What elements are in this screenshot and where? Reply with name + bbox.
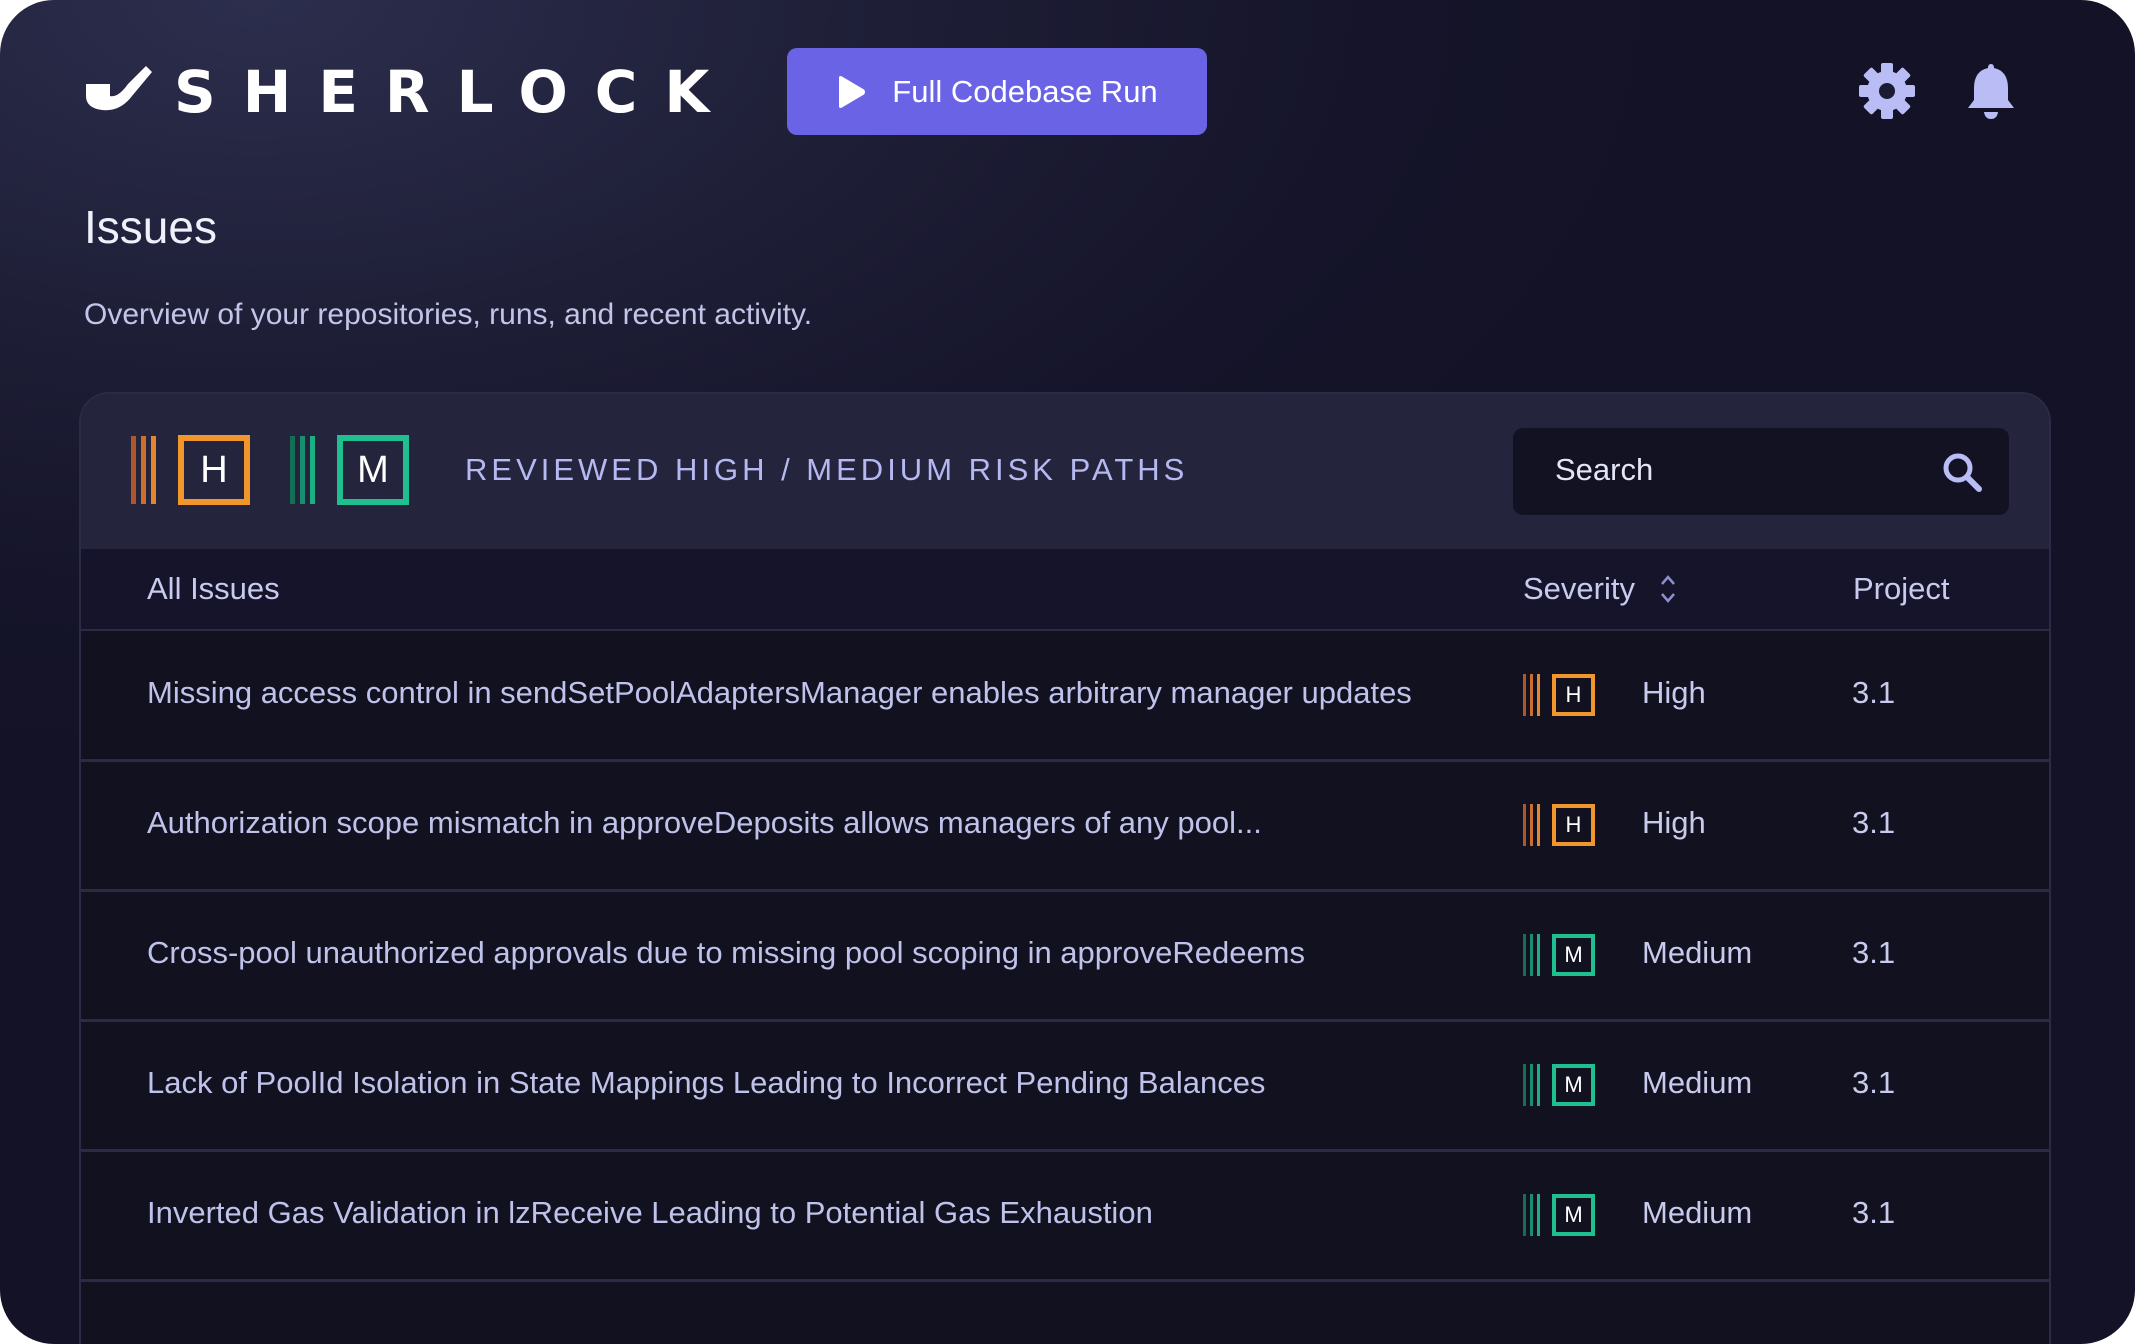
high-severity-icon: H <box>1523 804 1595 846</box>
severity-column-label: Severity <box>1523 571 1635 606</box>
run-button-label: Full Codebase Run <box>892 73 1158 109</box>
gear-icon[interactable] <box>1858 62 1916 120</box>
medium-severity-icon: M <box>1523 934 1595 976</box>
medium-risk-badge-icon: M <box>290 435 409 505</box>
search-input[interactable]: Search <box>1513 428 2009 515</box>
project-value: 3.1 <box>1852 1195 1896 1230</box>
severity-label: Medium <box>1642 935 1753 970</box>
table-row[interactable]: Cross-pool unauthorized approvals due to… <box>81 891 2049 1022</box>
severity-sort-header[interactable]: Severity <box>1523 571 1677 607</box>
badge-letter: M <box>1564 1202 1582 1227</box>
issues-card: H M REVIEWED HIGH / MEDIUM RISK PATHS Se… <box>79 392 2051 1344</box>
pipe-icon <box>86 66 152 111</box>
badge-letter: H <box>1566 812 1582 837</box>
sort-icon <box>1661 575 1675 603</box>
table-row[interactable]: Missing access control in sendSetPoolAda… <box>81 631 2049 762</box>
medium-severity-icon: M <box>1523 1064 1595 1106</box>
table-header: All Issues Severity Project <box>81 549 2049 631</box>
project-value: 3.1 <box>1852 675 1896 710</box>
medium-badge-letter: M <box>357 449 389 491</box>
badge-letter: H <box>1566 682 1582 707</box>
high-badge-letter: H <box>200 449 227 491</box>
project-column-header: Project <box>1853 571 1950 606</box>
issue-title[interactable]: Lack of PoolId Isolation in State Mappin… <box>147 1065 1265 1101</box>
page-title: Issues <box>84 201 217 253</box>
table-row[interactable]: Lack of PoolId Isolation in State Mappin… <box>81 1021 2049 1152</box>
project-value: 3.1 <box>1852 1065 1896 1100</box>
severity-label: High <box>1642 805 1706 840</box>
project-value: 3.1 <box>1852 935 1896 970</box>
card-heading: REVIEWED HIGH / MEDIUM RISK PATHS <box>465 452 1189 487</box>
search-icon[interactable] <box>1942 452 1982 492</box>
card-header: H M REVIEWED HIGH / MEDIUM RISK PATHS Se… <box>81 394 2049 549</box>
badge-letter: M <box>1564 942 1582 967</box>
play-icon <box>839 75 866 108</box>
severity-label: Medium <box>1642 1195 1753 1230</box>
issue-title[interactable]: Cross-pool unauthorized approvals due to… <box>147 935 1305 971</box>
table-row[interactable]: Authorization scope mismatch in approveD… <box>81 761 2049 892</box>
high-severity-icon: H <box>1523 674 1595 716</box>
badge-letter: M <box>1564 1072 1582 1097</box>
app-window: SHERLOCK Full Codebase Run Issues Overvi… <box>0 0 2135 1344</box>
project-value: 3.1 <box>1852 805 1896 840</box>
issue-title[interactable]: Missing access control in sendSetPoolAda… <box>147 675 1412 711</box>
table-row[interactable]: Inverted Gas Validation in lzReceive Lea… <box>81 1151 2049 1282</box>
sherlock-logo[interactable]: SHERLOCK <box>84 58 736 126</box>
search-placeholder: Search <box>1555 452 1654 487</box>
severity-label: High <box>1642 675 1706 710</box>
medium-severity-icon: M <box>1523 1194 1595 1236</box>
brand-name: SHERLOCK <box>174 58 737 126</box>
high-risk-badge-icon: H <box>131 435 250 505</box>
issue-title[interactable]: Inverted Gas Validation in lzReceive Lea… <box>147 1195 1153 1231</box>
full-codebase-run-button[interactable]: Full Codebase Run <box>787 48 1207 135</box>
bell-icon[interactable] <box>1962 62 2020 120</box>
page-subtitle: Overview of your repositories, runs, and… <box>84 298 813 331</box>
severity-label: Medium <box>1642 1065 1753 1100</box>
all-issues-column-header: All Issues <box>147 571 280 606</box>
issue-title[interactable]: Authorization scope mismatch in approveD… <box>147 805 1262 841</box>
